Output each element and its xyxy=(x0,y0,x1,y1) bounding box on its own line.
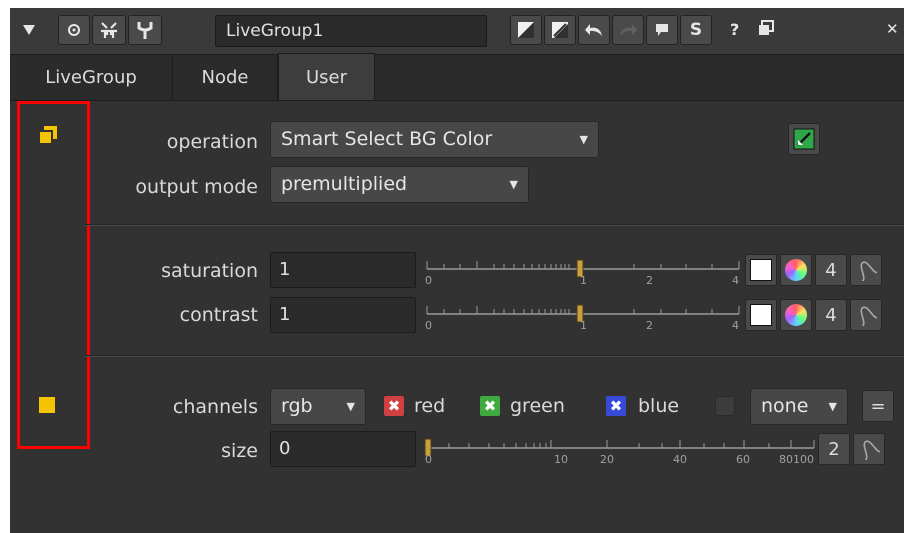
split-node-icon[interactable] xyxy=(92,15,126,45)
tick-label: 2 xyxy=(646,319,653,332)
output-mode-dropdown[interactable]: premultiplied ▼ xyxy=(270,166,529,203)
tick-label: 60 xyxy=(736,453,750,466)
close-icon[interactable]: ✕ xyxy=(886,20,899,38)
title-bar: LiveGroup1 S ? ✕ xyxy=(10,8,904,55)
tick-label: 20 xyxy=(600,453,614,466)
properties-panel: LiveGroup1 S ? ✕ LiveGroup Node User ope… xyxy=(10,8,904,533)
tab-bar: LiveGroup Node User xyxy=(10,53,904,101)
size-label: size xyxy=(221,440,258,462)
dropdown-arrow-icon: ▼ xyxy=(346,400,355,413)
channels-dropdown[interactable]: rgb ▼ xyxy=(270,388,366,425)
size-slider[interactable]: 0 10 20 40 60 80 100 xyxy=(424,431,816,467)
tick-label: 80 xyxy=(779,453,793,466)
operation-value: Smart Select BG Color xyxy=(281,128,493,150)
input-color-icon[interactable] xyxy=(510,15,542,45)
undo-icon[interactable] xyxy=(578,15,610,45)
size-input[interactable]: 0 xyxy=(270,431,416,467)
contrast-color-swatch[interactable] xyxy=(745,299,777,331)
blue-label: blue xyxy=(638,395,680,417)
tick-label: 0 xyxy=(425,274,432,287)
tick-label: 100 xyxy=(793,453,814,466)
blue-checkbox[interactable]: ✖ xyxy=(606,396,626,416)
contrast-color-wheel-icon[interactable] xyxy=(780,299,812,331)
tick-label: 4 xyxy=(732,274,739,287)
contrast-animation-curve-icon[interactable] xyxy=(850,299,882,331)
size-channel-count[interactable]: 2 xyxy=(818,433,850,465)
float-icon[interactable] xyxy=(758,20,774,40)
contrast-input[interactable]: 1 xyxy=(270,297,416,333)
saturation-color-swatch[interactable] xyxy=(745,254,777,286)
viewer-node-icon[interactable] xyxy=(58,15,90,45)
divider xyxy=(85,224,904,226)
wrench-icon[interactable] xyxy=(128,15,162,45)
extra-channel-checkbox[interactable] xyxy=(715,396,735,416)
redo-icon[interactable] xyxy=(612,15,644,45)
saturation-channel-count[interactable]: 4 xyxy=(815,254,847,286)
color-knob-button[interactable] xyxy=(788,123,820,155)
tab-node[interactable]: Node xyxy=(173,55,278,100)
contrast-label: contrast xyxy=(179,304,258,326)
extra-channel-value: none xyxy=(761,395,809,417)
tab-user[interactable]: User xyxy=(278,53,375,100)
contrast-channel-count[interactable]: 4 xyxy=(815,299,847,331)
revert-icon[interactable] xyxy=(646,15,678,45)
collapse-arrow-icon[interactable] xyxy=(12,15,46,45)
size-animation-curve-icon[interactable] xyxy=(853,433,885,465)
operation-label: operation xyxy=(166,131,258,153)
help-icon[interactable]: ? xyxy=(730,20,739,39)
red-checkbox[interactable]: ✖ xyxy=(384,396,404,416)
tick-label: 10 xyxy=(554,453,568,466)
output-mode-value: premultiplied xyxy=(281,173,408,195)
dropdown-arrow-icon: ▼ xyxy=(579,133,588,146)
tick-label: 1 xyxy=(580,319,587,332)
saturation-animation-curve-icon[interactable] xyxy=(850,254,882,286)
tick-label: 1 xyxy=(580,274,587,287)
tab-livegroup[interactable]: LiveGroup xyxy=(10,55,173,100)
operation-dropdown[interactable]: Smart Select BG Color ▼ xyxy=(270,121,599,158)
output-mode-label: output mode xyxy=(135,176,258,198)
saturation-label: saturation xyxy=(161,260,258,282)
saturation-input[interactable]: 1 xyxy=(270,252,416,288)
green-checkbox[interactable]: ✖ xyxy=(480,396,500,416)
contrast-slider[interactable]: 0 1 2 4 xyxy=(424,297,742,333)
dropdown-arrow-icon: ▼ xyxy=(828,400,837,413)
saturation-slider[interactable]: 0 1 2 4 xyxy=(424,252,742,288)
channels-value: rgb xyxy=(281,395,313,417)
tick-label: 0 xyxy=(425,453,432,466)
green-label: green xyxy=(510,395,565,417)
tick-label: 40 xyxy=(673,453,687,466)
channels-label: channels xyxy=(172,396,258,418)
s-button[interactable]: S xyxy=(680,15,712,45)
extra-channel-dropdown[interactable]: none ▼ xyxy=(750,388,848,425)
tick-label: 0 xyxy=(425,319,432,332)
output-color-icon[interactable] xyxy=(544,15,576,45)
saturation-color-wheel-icon[interactable] xyxy=(780,254,812,286)
node-name-field[interactable]: LiveGroup1 xyxy=(215,15,487,47)
red-label: red xyxy=(414,395,446,417)
dropdown-arrow-icon: ▼ xyxy=(509,178,518,191)
tick-label: 2 xyxy=(646,274,653,287)
tick-label: 4 xyxy=(732,319,739,332)
highlight-box xyxy=(17,101,90,449)
equals-button[interactable]: = xyxy=(862,390,894,422)
divider xyxy=(85,355,904,357)
